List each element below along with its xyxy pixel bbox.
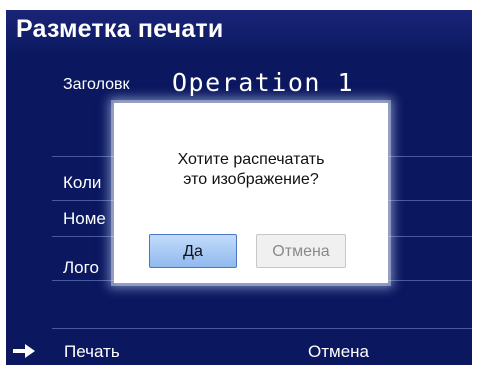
row-label-quantity[interactable]: Коли xyxy=(63,173,101,193)
cancel-action[interactable]: Отмена xyxy=(308,342,369,362)
dialog-message-line-1: Хотите распечатать xyxy=(177,151,325,168)
confirm-print-dialog: Хотите распечатать это изображение? Да О… xyxy=(114,103,388,283)
page-title: Разметка печати xyxy=(16,15,224,43)
header-field-value[interactable]: Operation 1 xyxy=(172,68,354,97)
cancel-button[interactable]: Отмена xyxy=(256,234,346,268)
header-field-label: Заголовк xyxy=(63,76,130,93)
row-label-number[interactable]: Номе xyxy=(63,209,106,229)
row-label-logo[interactable]: Лого xyxy=(63,258,99,278)
dialog-message: Хотите распечатать это изображение? xyxy=(114,150,388,190)
yes-button[interactable]: Да xyxy=(149,234,237,268)
title-bar: Разметка печати xyxy=(6,10,472,52)
print-action[interactable]: Печать xyxy=(64,342,120,362)
right-arrow-icon xyxy=(13,344,35,358)
print-layout-screen: Разметка печати Заголовк Operation 1 Кол… xyxy=(6,10,472,365)
dialog-message-line-2: это изображение? xyxy=(183,171,319,188)
divider xyxy=(52,328,472,329)
